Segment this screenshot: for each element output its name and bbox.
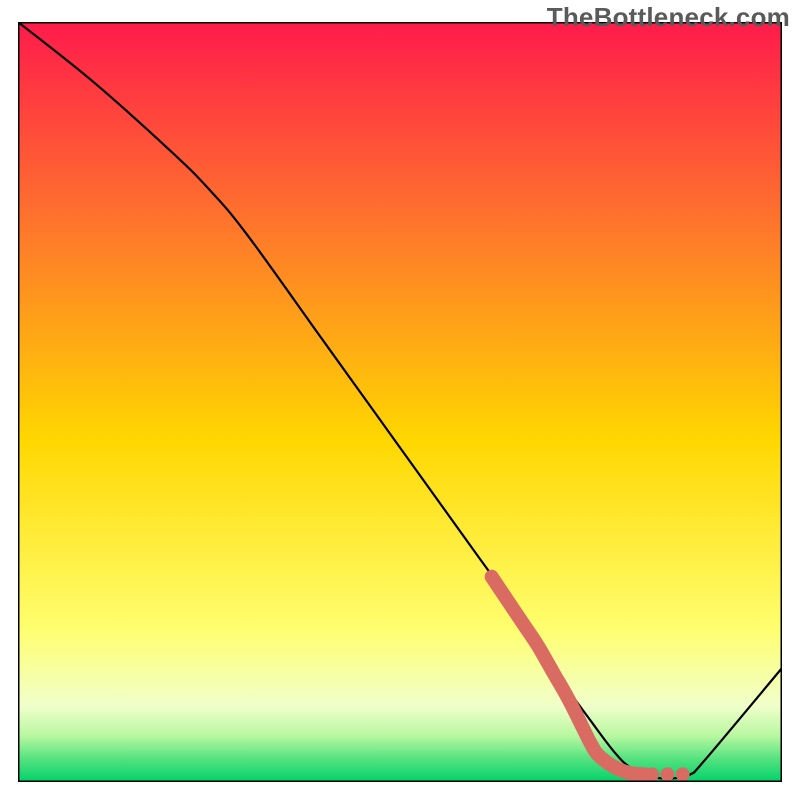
- chart-stage: TheBottleneck.com: [0, 0, 800, 800]
- optimal-dot: [660, 767, 674, 781]
- watermark-label: TheBottleneck.com: [547, 2, 790, 33]
- chart-background-gradient: [18, 22, 782, 782]
- chart-plot-area: [18, 22, 782, 782]
- optimal-dot: [645, 767, 659, 781]
- chart-svg: [18, 22, 782, 782]
- optimal-dot: [676, 767, 690, 781]
- optimal-dots-group: [645, 767, 690, 781]
